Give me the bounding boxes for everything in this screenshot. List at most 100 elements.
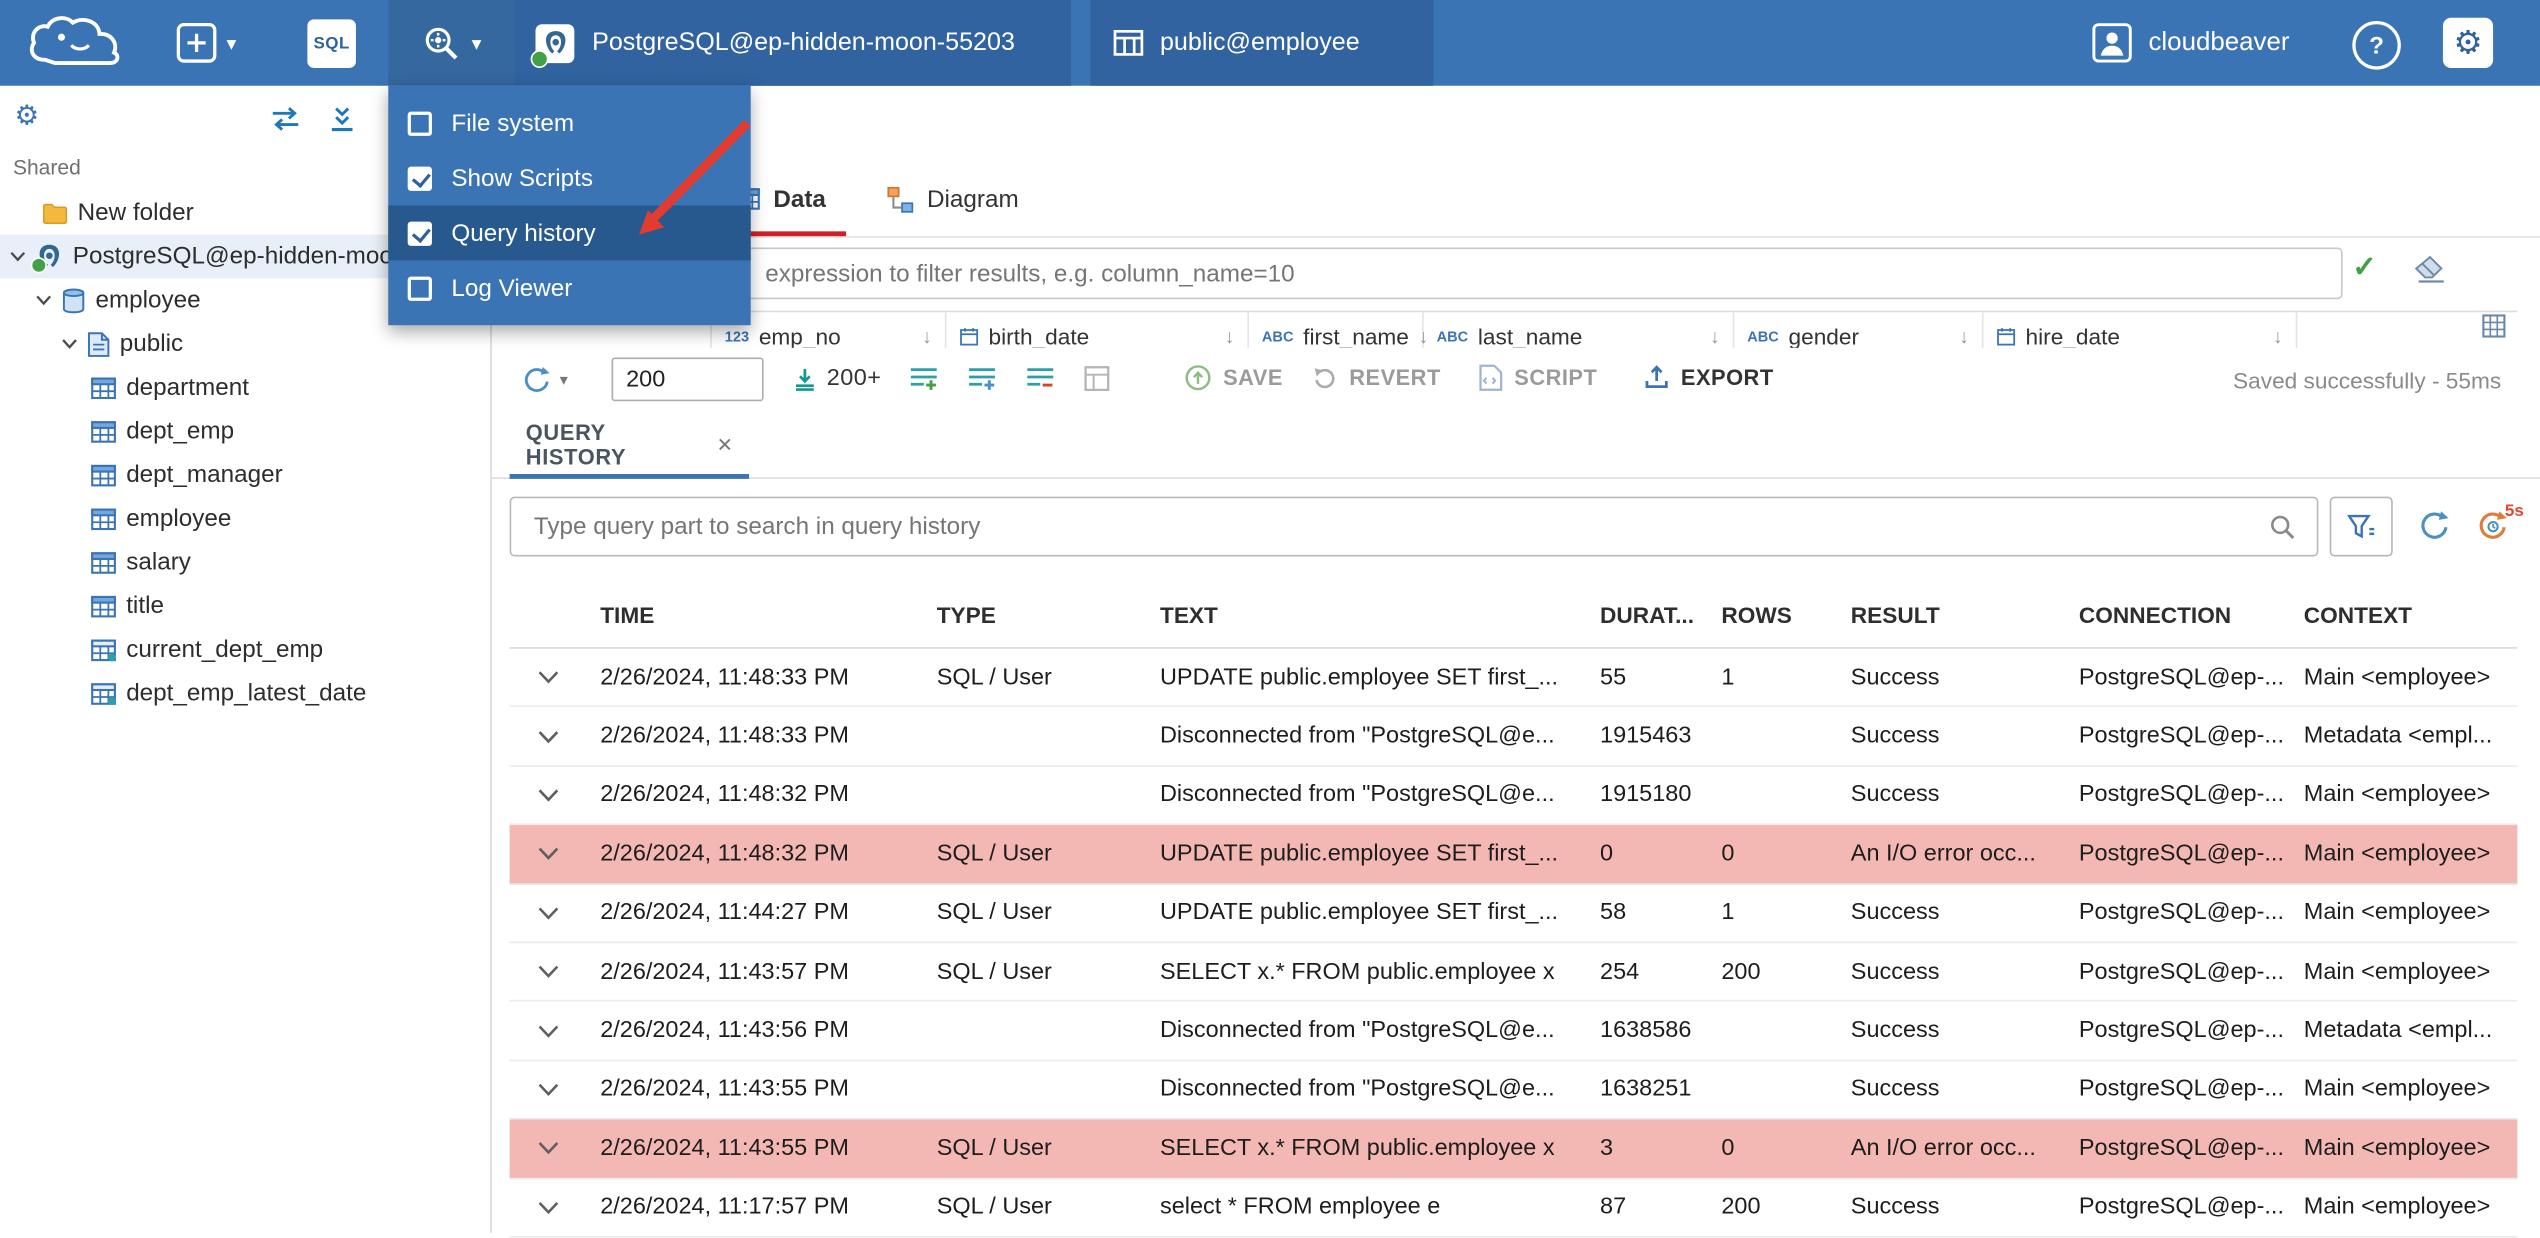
sort-icon[interactable]: ↓ [1225,325,1235,348]
tools-menu-button[interactable]: ▾ [388,0,515,86]
sync-connection-button[interactable] [269,105,303,141]
checkbox-unchecked-icon[interactable] [407,110,432,136]
query-history-row-error[interactable]: 2/26/2024, 11:48:32 PM SQL / User UPDATE… [509,825,2518,885]
chevron-down-icon[interactable] [510,964,584,979]
grid-column-header[interactable]: birth_date ↓ [946,312,1249,348]
save-upload-icon [1185,365,1211,391]
chevron-down-icon[interactable] [510,1141,584,1156]
cell-duration: 87 [1600,1194,1627,1221]
tab-query-history[interactable]: QUERY HISTORY ✕ [509,411,750,479]
cell-context: Main <employee> [2303,841,2491,867]
help-button[interactable]: ? [2352,21,2401,70]
sort-icon[interactable]: ↓ [922,325,932,348]
grid-column-header[interactable]: ABC gender ↓ [1734,312,1984,348]
query-history-row[interactable]: 2/26/2024, 11:43:57 PM SQL / User SELECT… [509,943,2518,1002]
query-history-search-input[interactable] [509,496,2319,557]
cell-result: Success [1850,1076,1940,1103]
query-history-row[interactable]: 2/26/2024, 11:43:55 PM Disconnected from… [509,1061,2518,1120]
query-history-row[interactable]: 2/26/2024, 11:17:57 PM SQL / User select… [509,1179,2518,1238]
duplicate-row-button[interactable] [967,366,996,400]
chevron-down-icon[interactable] [510,1023,584,1038]
qh-column-header[interactable]: CONNECTION [2063,602,2288,628]
tree-node-view[interactable]: current_dept_emp [0,628,490,672]
query-history-row[interactable]: 2/26/2024, 11:48:33 PM SQL / User UPDATE… [509,649,2518,708]
query-history-row[interactable]: 2/26/2024, 11:43:56 PM Disconnected from… [509,1002,2518,1061]
fetch-size-input[interactable] [611,357,764,402]
sort-icon[interactable]: ↓ [2273,325,2283,348]
grid-column-header[interactable]: hire_date ↓ [1983,312,2298,348]
sidebar-config-button[interactable]: ⚙ [15,100,40,132]
sort-icon[interactable]: ↓ [1710,325,1720,348]
grouping-button[interactable] [1084,366,1110,400]
query-history-row[interactable]: 2/26/2024, 11:48:33 PM Disconnected from… [509,708,2518,767]
grid-column-header[interactable]: ABC last_name ↓ [1424,312,1735,348]
schema-selector[interactable]: public@employee [1090,0,1434,86]
qh-column-header[interactable]: TIME [584,602,921,628]
fetch-more-button[interactable]: 200+ [793,366,882,392]
revert-button[interactable]: REVERT [1310,364,1440,392]
chevron-down-icon[interactable] [36,294,62,306]
tree-node-view[interactable]: dept_emp_latest_date [0,671,490,715]
settings-button[interactable]: ⚙ [2442,17,2494,68]
chevron-down-icon[interactable] [510,906,584,921]
qh-column-header[interactable]: TYPE [921,602,1144,628]
tab-diagram[interactable]: Diagram [867,162,1038,236]
cell-duration: 3 [1600,1135,1614,1162]
auto-refresh-button[interactable]: 5s [2475,502,2524,552]
collapse-all-button[interactable] [328,105,356,141]
tree-node-table[interactable]: employee [0,497,490,541]
chevron-down-icon[interactable] [510,670,584,685]
chevron-down-icon[interactable] [61,338,87,349]
table-options-button[interactable] [2482,314,2506,346]
cell-rows: 1 [1721,899,1735,926]
cell-type: SQL / User [936,899,1052,926]
cell-text: select * FROM employee e [1159,1194,1441,1221]
user-name: cloudbeaver [2148,28,2290,56]
fetch-more-label: 200+ [826,365,882,392]
filter-expression-input[interactable] [501,247,2343,300]
apply-filter-button[interactable]: ✓ [2352,251,2376,285]
query-history-row-error[interactable]: 2/26/2024, 11:43:55 PM SQL / User SELECT… [509,1119,2518,1179]
query-history-row[interactable]: 2/26/2024, 11:44:27 PM SQL / User UPDATE… [509,884,2518,944]
tree-node-table[interactable]: department [0,366,490,410]
cloud-logo-icon [29,16,120,66]
close-icon[interactable]: ✕ [717,433,733,456]
cell-context: Main <employee> [2303,1076,2491,1103]
tree-node-schema[interactable]: public [0,322,490,366]
grid-column-header[interactable]: ABC first_name ↓ [1249,312,1428,348]
qh-column-header[interactable]: ROWS [1705,602,1834,628]
qh-column-header[interactable]: CONTEXT [2288,602,2518,628]
script-button[interactable]: SCRIPT [1479,364,1598,392]
clear-filter-button[interactable] [2414,255,2446,292]
chevron-down-icon[interactable] [510,847,584,862]
sql-editor-button[interactable]: SQL [307,19,356,68]
qh-column-header[interactable]: DURAT... [1584,602,1705,628]
delete-row-button[interactable] [1026,366,1055,400]
refresh-button[interactable]: ▾ [521,364,568,396]
tree-node-table[interactable]: dept_emp [0,409,490,453]
query-history-filter-button[interactable] [2329,496,2393,557]
query-history-refresh-button[interactable] [2417,508,2453,552]
qh-column-header[interactable]: RESULT [1835,602,2063,628]
tree-node-table[interactable]: dept_manager [0,453,490,497]
checkbox-checked-icon[interactable] [407,220,432,246]
chevron-down-icon[interactable] [510,788,584,803]
checkbox-checked-icon[interactable] [407,165,432,191]
sort-icon[interactable]: ↓ [1959,325,1969,348]
chevron-down-icon[interactable] [510,1200,584,1215]
connection-selector[interactable]: PostgreSQL@ep-hidden-moon-55203 [514,0,1072,86]
qh-column-header[interactable]: TEXT [1144,602,1584,628]
create-button[interactable]: ▾ [175,21,236,65]
cell-context: Main <employee> [2303,782,2491,809]
user-menu[interactable]: cloudbeaver [2090,21,2290,65]
save-button[interactable]: SAVE [1184,364,1283,392]
checkbox-unchecked-icon[interactable] [407,275,432,301]
add-row-button[interactable] [909,366,938,400]
chevron-down-icon[interactable] [510,729,584,744]
export-button[interactable]: EXPORT [1644,364,1774,390]
menu-item-log-viewer[interactable]: Log Viewer [388,260,750,315]
tree-node-table[interactable]: salary [0,540,490,584]
chevron-down-icon[interactable] [510,1082,584,1097]
query-history-row[interactable]: 2/26/2024, 11:48:32 PM Disconnected from… [509,766,2518,826]
tree-node-table[interactable]: title [0,584,490,628]
